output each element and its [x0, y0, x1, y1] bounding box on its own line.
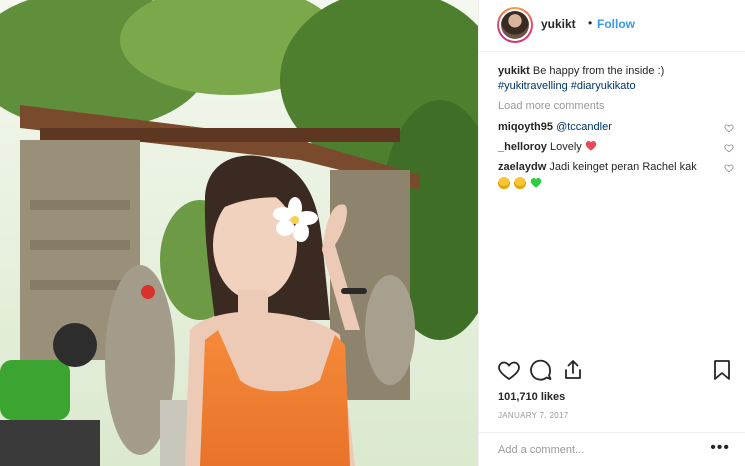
- photo-scene: [0, 0, 478, 466]
- grinning-sweat-face-icon: [498, 177, 510, 189]
- follow-button[interactable]: Follow: [597, 17, 635, 31]
- action-bar: [479, 358, 745, 388]
- red-heart-icon: [585, 141, 597, 151]
- caption-hashtags[interactable]: #yukitravelling #diaryukikato: [498, 79, 734, 94]
- post-header: yukikt • Follow: [479, 0, 745, 52]
- comment-username[interactable]: miqoyth95: [498, 121, 553, 133]
- add-comment-input[interactable]: Add a comment...: [498, 444, 584, 456]
- green-heart-icon: [530, 178, 542, 188]
- comment-row: zaelaydw Jadi keinget peran Rachel kak: [498, 160, 734, 192]
- comment-emoji-row: [498, 177, 714, 192]
- caption-username[interactable]: yukikt: [498, 65, 530, 77]
- caption-text: Be happy from the inside :): [532, 65, 665, 77]
- comment-username[interactable]: zaelaydw: [498, 161, 546, 173]
- share-icon[interactable]: [561, 358, 585, 382]
- post-photo[interactable]: [0, 0, 478, 466]
- header-separator: •: [588, 16, 593, 30]
- comment-text: Jadi keinget peran Rachel kak: [549, 161, 697, 173]
- comments-section: yukikt Be happy from the inside :) #yuki…: [498, 64, 734, 192]
- more-options-button[interactable]: •••: [710, 439, 730, 457]
- comment-text: Lovely: [549, 141, 582, 153]
- likes-count[interactable]: 101,710 likes: [498, 391, 565, 403]
- caption: yukikt Be happy from the inside :) #yuki…: [498, 64, 734, 94]
- avatar-image: [501, 11, 529, 39]
- instagram-post: yukikt • Follow yukikt Be happy from the…: [0, 0, 745, 466]
- like-comment-heart-icon[interactable]: [724, 123, 734, 133]
- bookmark-icon[interactable]: [710, 358, 734, 382]
- header-username[interactable]: yukikt: [541, 17, 576, 31]
- comment-mention[interactable]: @tccandler: [556, 121, 612, 133]
- heart-outline-icon[interactable]: [497, 358, 521, 382]
- post-date: JANUARY 7, 2017: [498, 411, 569, 420]
- like-comment-heart-icon[interactable]: [724, 143, 734, 153]
- avatar[interactable]: [497, 7, 533, 43]
- grinning-sweat-face-icon: [514, 177, 527, 189]
- like-comment-heart-icon[interactable]: [724, 163, 734, 173]
- avatar-ring: [499, 9, 531, 41]
- comment-username[interactable]: _helloroy: [498, 141, 547, 153]
- speech-bubble-icon[interactable]: [529, 358, 553, 382]
- comment-row: _helloroy Lovely: [498, 140, 734, 155]
- comment-row: miqoyth95 @tccandler: [498, 120, 734, 135]
- post-sidebar: yukikt • Follow yukikt Be happy from the…: [478, 0, 745, 466]
- add-comment-bar: Add a comment... •••: [479, 432, 745, 466]
- load-more-comments-button[interactable]: Load more comments: [498, 100, 734, 115]
